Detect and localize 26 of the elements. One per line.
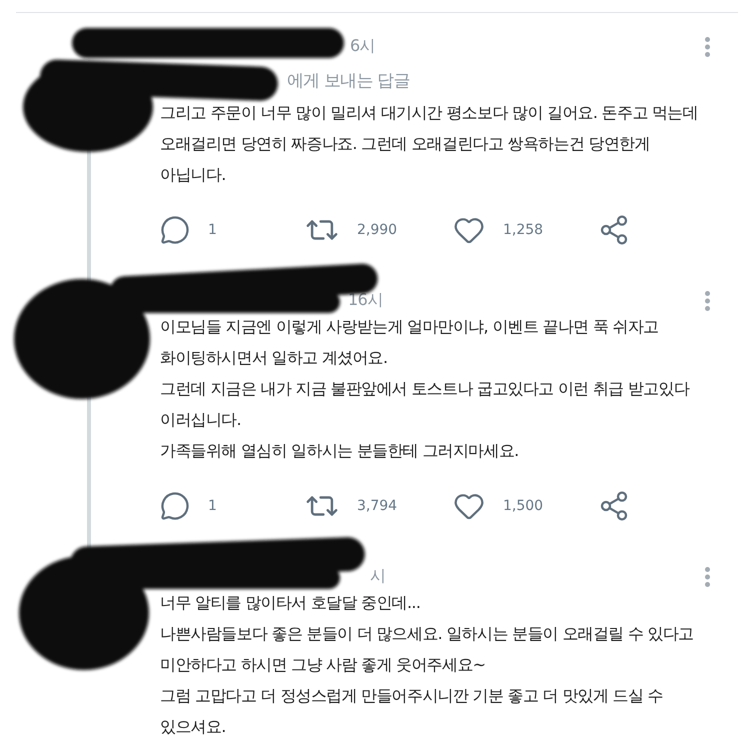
share-button[interactable]	[598, 214, 630, 246]
more-icon[interactable]	[705, 291, 710, 311]
comment-icon	[160, 491, 190, 521]
tweet-text: 나쁜사람들보다 좋은 분들이 더 많으세요. 일하시는 분들이 오래걸릴 수 있다고 미안하다고 하시면 그냥 사람 좋게 웃어주세요~	[160, 623, 694, 676]
tweet-text: 이모님들 지금엔 이렇게 사랑받는게 얼마만이냐, 이벤트 끝나면 푹 쉬자고 화이팅하시면서 일하고 계셨어요.	[160, 316, 660, 369]
tweet-text: 너무 알티를 많이타서 호달달 중인데...	[160, 592, 422, 614]
tweet-text: 그리고 주문이 너무 많이 밀리셔 대기시간 평소보다 많이 길어요. 돈주고 먹는데 오래걸리면 당연히 짜증나죠. 그런데 오래걸린다고 쌍욕하는건 당연한게 아닙니다.	[160, 102, 699, 186]
share-icon	[598, 214, 630, 246]
tweet-text: 그런데 지금은 내가 지금 불판앞에서 토스트나 굽고있다고 이런 취급 받고있다 이러십니다.	[160, 378, 691, 431]
comment-icon	[160, 215, 190, 245]
reply-button[interactable]: 1	[160, 215, 217, 245]
more-icon[interactable]	[705, 37, 710, 57]
tweet-text: 가족들위해 열심히 일하시는 분들한테 그러지마세요.	[160, 440, 520, 462]
like-button[interactable]: 1,258	[453, 214, 544, 246]
share-icon	[598, 490, 630, 522]
tweet-time: 16시	[348, 291, 383, 309]
retweet-button[interactable]: 3,794	[305, 489, 398, 523]
tweet-time: 시	[370, 567, 386, 585]
reply-to-label: 에게 보내는 답글	[287, 70, 410, 93]
like-button[interactable]: 1,500	[453, 490, 544, 522]
tweet-text: 그럼 고맙다고 더 정성스럽게 만들어주시니깐 기분 좋고 더 맛있게 드실 수 있으셔요.	[160, 685, 664, 738]
reply-button[interactable]: 1	[160, 491, 217, 521]
more-icon[interactable]	[705, 567, 710, 587]
tweet-time: 6시	[350, 37, 376, 55]
share-button[interactable]	[598, 490, 630, 522]
retweet-button[interactable]: 2,990	[305, 213, 398, 247]
